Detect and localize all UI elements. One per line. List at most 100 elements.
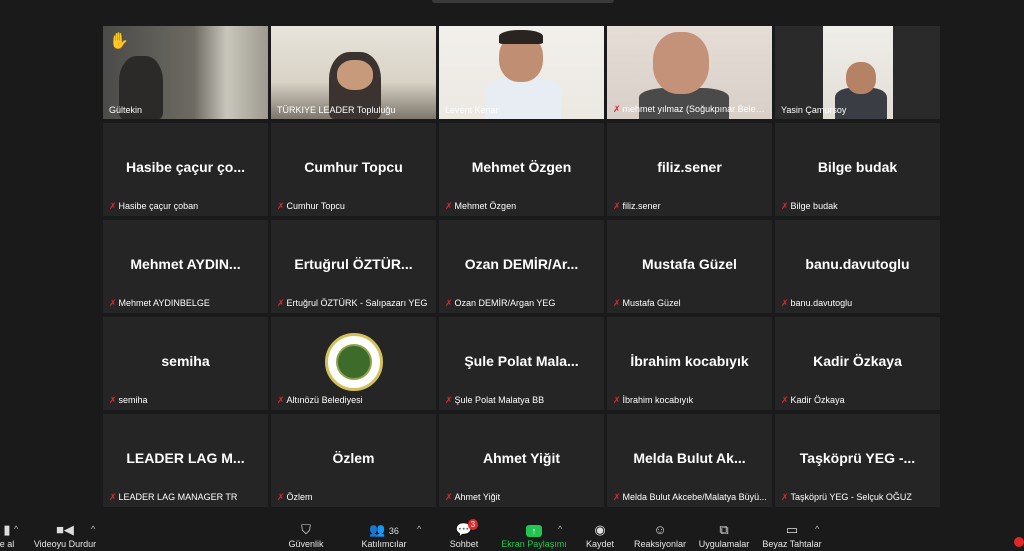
participant-nameplate: ✗ Ertuğrul ÖZTÜRK - Salıpazarı YEG: [277, 298, 428, 308]
muted-mic-icon: ✗: [445, 395, 453, 405]
muted-mic-icon: ✗: [109, 201, 117, 211]
participant-nameplate: ✗ filiz.sener: [613, 201, 661, 211]
muted-mic-icon: ✗: [613, 104, 621, 114]
participant-tile[interactable]: Mehmet Özgen ✗ Mehmet Özgen: [439, 123, 604, 216]
participant-nameplate: ✗ Mehmet Özgen: [445, 201, 517, 211]
participant-nameplate: Levent Kenar: [445, 105, 499, 115]
participant-tile[interactable]: Kadir Özkaya ✗ Kadir Özkaya: [775, 317, 940, 410]
chevron-up-icon[interactable]: ^: [815, 524, 819, 534]
muted-mic-icon: ✗: [781, 298, 789, 308]
participant-tile[interactable]: Cumhur Topcu ✗ Cumhur Topcu: [271, 123, 436, 216]
participant-nameplate: ✗ İbrahim kocabıyık: [613, 395, 694, 405]
participant-tile[interactable]: Mehmet AYDIN... ✗ Mehmet AYDINBELGE: [103, 220, 268, 313]
participant-tile-turkiye-leader[interactable]: TÜRKIYE LEADER Topluluğu: [271, 26, 436, 119]
muted-mic-icon: ✗: [445, 298, 453, 308]
top-drag-bar[interactable]: [432, 0, 614, 3]
emoji-plus-icon: ☺: [653, 522, 667, 537]
participant-nameplate: ✗ Hasibe çaçur çoban: [109, 201, 199, 211]
participant-tile[interactable]: LEADER LAG M... ✗ LEADER LAG MANAGER TR: [103, 414, 268, 507]
participant-nameplate: TÜRKIYE LEADER Topluluğu: [277, 105, 396, 115]
chevron-up-icon[interactable]: ^: [558, 524, 562, 534]
participant-tile[interactable]: Taşköprü YEG -... ✗ Taşköprü YEG - Selçuk…: [775, 414, 940, 507]
participant-nameplate: ✗ banu.davutoglu: [781, 298, 853, 308]
participants-button[interactable]: 👥 36 Katılımcılar: [354, 521, 414, 549]
apps-icon: ⧉: [719, 522, 729, 537]
chat-button[interactable]: 💬 3 Sohbet: [444, 519, 484, 549]
participant-nameplate: ✗ Özlem: [277, 492, 313, 502]
participant-tile[interactable]: banu.davutoglu ✗ banu.davutoglu: [775, 220, 940, 313]
chevron-up-icon[interactable]: ^: [91, 524, 95, 534]
participant-tile-mehmet-yilmaz[interactable]: ✗ mehmet yılmaz (Soğukpınar Beled...: [607, 26, 772, 119]
participant-tile-altinozu[interactable]: ✗ Altınözü Belediyesi: [271, 317, 436, 410]
participant-tile[interactable]: Ozan DEMİR/Ar... ✗ Ozan DEMİR/Argan YEG: [439, 220, 604, 313]
participant-tile[interactable]: Bilge budak ✗ Bilge budak: [775, 123, 940, 216]
participant-nameplate: ✗ Mustafa Güzel: [613, 298, 681, 308]
participant-tile[interactable]: filiz.sener ✗ filiz.sener: [607, 123, 772, 216]
participant-tile-yasin-camursoy[interactable]: Yasin Çamursoy: [775, 26, 940, 119]
participant-tile[interactable]: Mustafa Güzel ✗ Mustafa Güzel: [607, 220, 772, 313]
participant-tile[interactable]: Özlem ✗ Özlem: [271, 414, 436, 507]
participant-nameplate: Gültekin: [109, 105, 143, 115]
record-icon: ◉: [594, 522, 606, 537]
municipality-logo: [324, 333, 383, 391]
participant-nameplate: Yasin Çamursoy: [781, 105, 847, 115]
participant-nameplate: ✗ mehmet yılmaz (Soğukpınar Beled...: [613, 104, 769, 114]
participant-tile-gultekin[interactable]: ✋ Gültekin: [103, 26, 268, 119]
muted-mic-icon: ✗: [277, 492, 285, 502]
shield-icon: ⛉: [301, 522, 311, 537]
muted-mic-icon: ✗: [277, 298, 285, 308]
participant-tile[interactable]: Melda Bulut Ak... ✗ Melda Bulut Akcebe/Ma…: [607, 414, 772, 507]
chat-unread-badge: 3: [467, 519, 479, 530]
stop-video-button[interactable]: ■◀ Videoyu Durdur: [30, 521, 100, 549]
security-button[interactable]: ⛉ Güvenlik: [284, 521, 328, 549]
participant-nameplate: ✗ Ozan DEMİR/Argan YEG: [445, 298, 556, 308]
participant-tile[interactable]: Hasibe çaçur ço... ✗ Hasibe çaçur çoban: [103, 123, 268, 216]
participant-tile[interactable]: semiha ✗ semiha: [103, 317, 268, 410]
participant-tile-levent-kenar[interactable]: Levent Kenar: [439, 26, 604, 119]
participant-nameplate: ✗ semiha: [109, 395, 148, 405]
raised-hand-icon: ✋: [109, 33, 129, 50]
participant-display-name: Mustafa Güzel: [642, 256, 737, 272]
participant-tile[interactable]: Ertuğrul ÖZTÜR... ✗ Ertuğrul ÖZTÜRK - Sal…: [271, 220, 436, 313]
muted-mic-icon: ✗: [109, 492, 117, 502]
participant-display-name: Melda Bulut Ak...: [633, 450, 746, 466]
muted-mic-icon: ✗: [781, 395, 789, 405]
apps-button[interactable]: ⧉ Uygulamalar: [696, 521, 752, 549]
participant-display-name: Cumhur Topcu: [304, 159, 403, 175]
record-button[interactable]: ◉ Kaydet: [580, 521, 620, 549]
participant-nameplate: ✗ Melda Bulut Akcebe/Malatya Büyü...: [613, 492, 767, 502]
muted-mic-icon: ✗: [277, 395, 285, 405]
meeting-toolbar: ▮ e al ^ ■◀ Videoyu Durdur ^ ⛉ Güvenlik …: [0, 519, 1024, 551]
participant-nameplate: ✗ Taşköprü YEG - Selçuk OĞUZ: [781, 492, 912, 502]
participant-display-name: Mehmet Özgen: [471, 159, 572, 175]
reactions-button[interactable]: ☺ Reaksiyonlar: [632, 521, 688, 549]
participant-tile[interactable]: Ahmet Yiğit ✗ Ahmet Yiğit: [439, 414, 604, 507]
muted-mic-icon: ✗: [613, 298, 621, 308]
participant-nameplate: ✗ Altınözü Belediyesi: [277, 395, 363, 405]
participant-display-name: Kadir Özkaya: [813, 353, 902, 369]
chevron-up-icon[interactable]: ^: [14, 524, 18, 534]
muted-mic-icon: ✗: [109, 298, 117, 308]
muted-mic-icon: ✗: [445, 201, 453, 211]
chevron-up-icon[interactable]: ^: [417, 524, 421, 534]
participant-display-name: Mehmet AYDIN...: [130, 256, 241, 272]
muted-mic-icon: ✗: [613, 492, 621, 502]
muted-mic-icon: ✗: [445, 492, 453, 502]
participant-nameplate: ✗ Kadir Özkaya: [781, 395, 845, 405]
participant-nameplate: ✗ Cumhur Topcu: [277, 201, 345, 211]
end-meeting-indicator[interactable]: [1014, 537, 1024, 547]
gallery-grid: ✋ Gültekin TÜRKIYE LEADER Topluluğu Leve…: [103, 26, 941, 508]
participant-display-name: Ertuğrul ÖZTÜR...: [294, 256, 413, 272]
participant-display-name: Özlem: [332, 450, 375, 466]
participant-tile[interactable]: İbrahim kocabıyık ✗ İbrahim kocabıyık: [607, 317, 772, 410]
share-screen-icon: ↑: [526, 525, 542, 537]
muted-mic-icon: ✗: [781, 492, 789, 502]
participant-display-name: Taşköprü YEG -...: [799, 450, 916, 466]
muted-mic-icon: ✗: [277, 201, 285, 211]
participant-display-name: banu.davutoglu: [805, 256, 910, 272]
muted-mic-icon: ✗: [781, 201, 789, 211]
participant-tile[interactable]: Şule Polat Mala... ✗ Şule Polat Malatya B…: [439, 317, 604, 410]
participant-nameplate: ✗ Şule Polat Malatya BB: [445, 395, 545, 405]
participant-display-name: Şule Polat Mala...: [464, 353, 579, 369]
participants-icon: 👥: [369, 522, 386, 537]
